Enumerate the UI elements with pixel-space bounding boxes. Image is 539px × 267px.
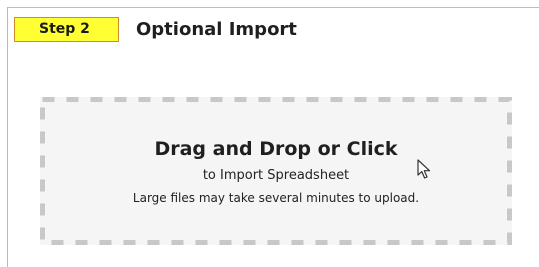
dropzone-note-text: Large files may take several minutes to …: [132, 191, 420, 205]
step-title: Optional Import: [136, 19, 297, 40]
dropzone-sub-text: to Import Spreadsheet: [202, 168, 350, 183]
step-badge: Step 2: [14, 17, 119, 42]
mouse-pointer-icon: [417, 159, 431, 179]
dropzone-main-text: Drag and Drop or Click: [154, 138, 398, 160]
file-dropzone[interactable]: Drag and Drop or Click to Import Spreads…: [40, 97, 512, 245]
